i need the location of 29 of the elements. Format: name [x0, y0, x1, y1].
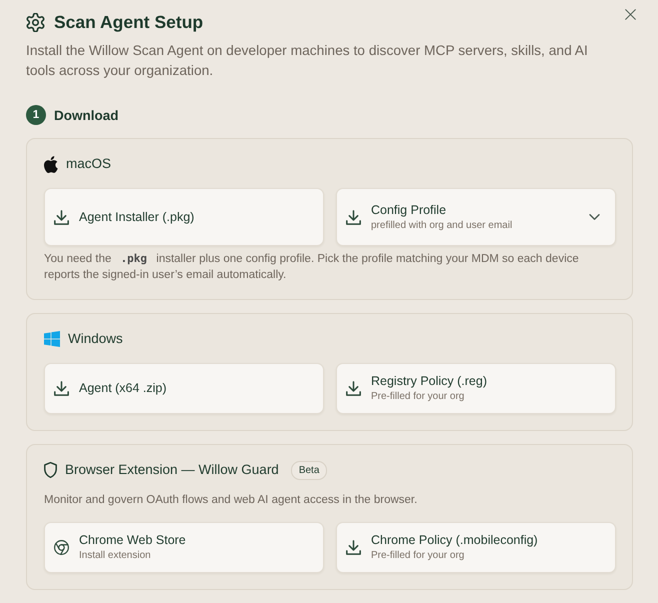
download-button[interactable]: Agent (x64 .zip): [44, 363, 324, 414]
download-button[interactable]: Chrome Policy (.mobileconfig) Pre-filled for your org: [336, 522, 616, 573]
dialog-description: Install the Willow Scan Agent on developer machines to discover MCP servers, skills, and AI tools across your organization.: [26, 42, 589, 80]
download-icon: [54, 210, 69, 224]
dialog-title: Scan Agent Setup: [54, 12, 204, 33]
download-icon: [346, 210, 361, 224]
platform-name: macOS: [66, 155, 112, 173]
close-button[interactable]: [624, 8, 637, 21]
chevron-down-icon: [589, 214, 600, 220]
store-link-button[interactable]: Chrome Web Store Install extension: [44, 522, 324, 573]
close-icon: [625, 9, 636, 20]
windows-logo-icon: [44, 331, 60, 347]
beta-badge: Beta: [290, 460, 328, 480]
download-button[interactable]: Agent Installer (.pkg): [44, 188, 324, 246]
step-title: Download: [54, 108, 118, 122]
step-number: 1: [26, 105, 46, 125]
chrome-icon: [54, 540, 69, 555]
shield-icon: [44, 462, 57, 478]
platform-description: Monitor and govern OAuth flows and web AI agent access in the browser.: [44, 493, 418, 508]
platform-name: Windows: [68, 330, 123, 348]
download-icon: [346, 540, 361, 555]
download-icon: [54, 381, 69, 396]
download-icon: [346, 381, 361, 396]
download-button[interactable]: Registry Policy (.reg) Pre-filled for your org: [336, 363, 616, 414]
platform-name: Browser Extension — Willow Guard: [65, 461, 279, 479]
settings-icon: [26, 13, 45, 32]
download-button[interactable]: Config Profile prefilled with org and user email: [336, 188, 616, 246]
platform-note: You need the .pkg installer plus one config profile. Pick the profile matching your MDM so each device reports the signed-in user’s email automatically.: [44, 251, 580, 283]
apple-logo-icon: [44, 156, 58, 172]
